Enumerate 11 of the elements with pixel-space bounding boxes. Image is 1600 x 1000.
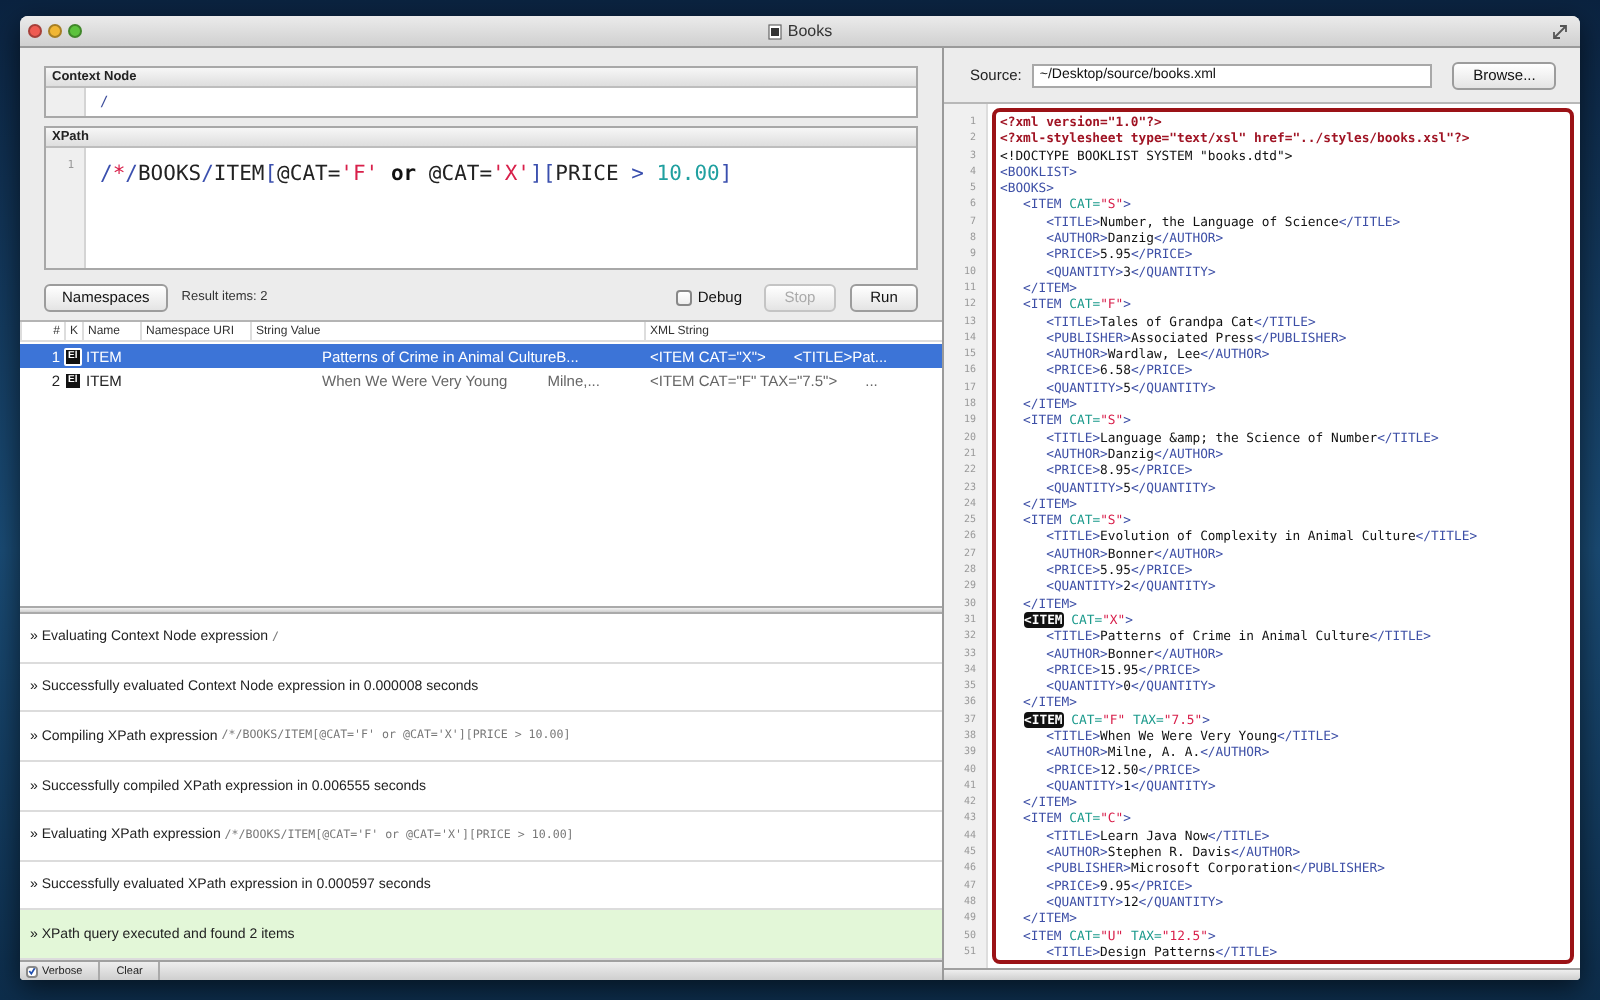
document-icon [767, 23, 782, 39]
xml-editor[interactable] [992, 108, 1574, 964]
zoom-button[interactable] [68, 24, 82, 38]
close-button[interactable] [28, 24, 42, 38]
xpath-expression[interactable]: /*/BOOKS/ITEM[@CAT='F' or @CAT='X'][PRICE > 10.00] [100, 162, 733, 186]
fullscreen-icon[interactable] [1552, 23, 1568, 39]
debug-checkbox[interactable] [675, 289, 692, 305]
window-title: Books [787, 22, 833, 40]
editor-gutter [46, 88, 86, 116]
minimize-button[interactable] [48, 24, 62, 38]
verbose-checkbox[interactable] [26, 965, 38, 977]
